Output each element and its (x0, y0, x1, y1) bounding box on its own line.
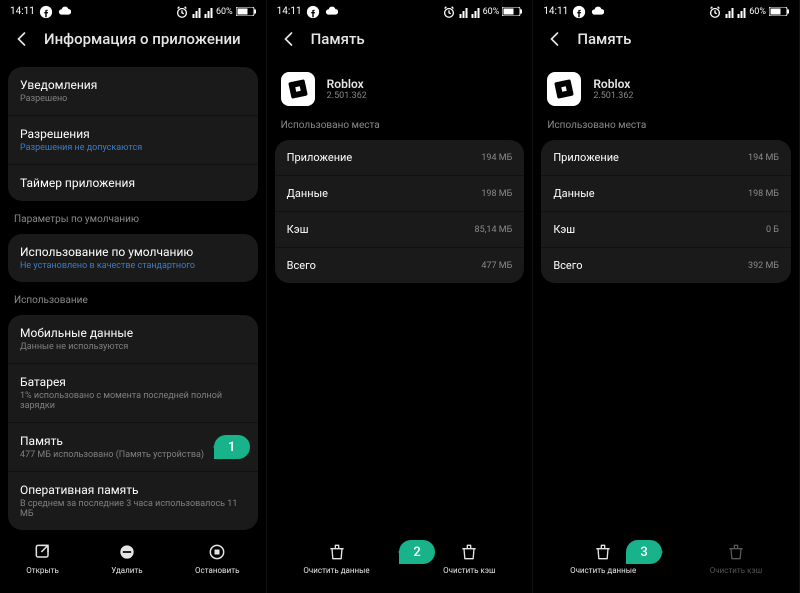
row-notifications[interactable]: Уведомления Разрешено (8, 67, 258, 115)
stop-icon (207, 542, 227, 562)
bottom-bar: Открыть Удалить Остановить (0, 532, 266, 593)
alarm-icon (442, 5, 456, 19)
status-bar: 14:11 60% (533, 0, 799, 20)
status-battery: 60% (749, 7, 766, 17)
row-app-timer[interactable]: Таймер приложения (8, 164, 258, 201)
row-app-size: Приложение 194 МБ (275, 140, 525, 175)
status-bar: 14:11 60% (267, 0, 533, 20)
app-header: Roblox 2.501.362 (267, 62, 533, 112)
row-permissions[interactable]: Разрешения Разрешения не допускаются (8, 115, 258, 164)
row-default-use[interactable]: Использование по умолчанию Не установлен… (8, 234, 258, 282)
page-header: Информация о приложении (0, 20, 266, 62)
row-storage[interactable]: Память 477 МБ использовано (Память устро… (8, 422, 258, 471)
signal-icon (204, 6, 213, 18)
facebook-icon (572, 5, 586, 19)
row-total-size: Всего 392 МБ (541, 247, 791, 283)
battery-icon (502, 7, 522, 16)
row-battery[interactable]: Батарея 1% использовано с момента послед… (8, 363, 258, 422)
status-battery: 60% (216, 7, 233, 17)
page-header: Память (533, 20, 799, 62)
back-button[interactable] (14, 30, 32, 48)
row-mobile-data[interactable]: Мобильные данные Данные не используются (8, 315, 258, 363)
page-header: Память (267, 20, 533, 62)
trash-icon (593, 542, 613, 562)
row-cache-size: Кэш 85,14 МБ (275, 211, 525, 247)
section-space-used: Использовано места (267, 112, 533, 135)
clear-cache-button: Очистить кэш (710, 542, 762, 575)
section-usage: Использование (0, 287, 266, 310)
page-title: Память (311, 30, 365, 48)
alarm-icon (175, 5, 189, 19)
trash-icon (459, 542, 479, 562)
signal-icon (459, 6, 468, 18)
app-name: Roblox (593, 77, 633, 91)
app-version: 2.501.362 (593, 91, 633, 101)
signal-icon (737, 6, 746, 18)
trash-icon (327, 542, 347, 562)
row-app-size: Приложение 194 МБ (541, 140, 791, 175)
section-defaults: Параметры по умолчанию (0, 206, 266, 229)
clear-data-button[interactable]: Очистить данные 3 (570, 542, 636, 575)
app-version: 2.501.362 (327, 91, 367, 101)
screen-storage-after: 14:11 60% Память Roblox 2.501.362 Исполь… (533, 0, 800, 593)
page-title: Информация о приложении (44, 30, 241, 48)
app-name: Roblox (327, 77, 367, 91)
uninstall-button[interactable]: Удалить (111, 542, 142, 575)
battery-icon (769, 7, 789, 16)
open-button[interactable]: Открыть (26, 542, 59, 575)
row-data-size: Данные 198 МБ (541, 175, 791, 211)
signal-icon (725, 6, 734, 18)
screen-storage-before: 14:11 60% Память Roblox 2.501.362 Исполь… (267, 0, 534, 593)
back-button[interactable] (547, 30, 565, 48)
cloud-icon (57, 5, 71, 19)
battery-icon (236, 7, 256, 16)
section-space-used: Использовано места (533, 112, 799, 135)
app-icon (281, 72, 315, 106)
app-header: Roblox 2.501.362 (533, 62, 799, 112)
page-title: Память (577, 30, 631, 48)
content: Использовано места Приложение 194 МБ Дан… (533, 112, 799, 532)
facebook-icon (306, 5, 320, 19)
content: Уведомления Разрешено Разрешения Разреше… (0, 62, 266, 532)
callout-marker: 3 (626, 540, 662, 564)
row-cache-size: Кэш 0 Б (541, 211, 791, 247)
status-battery: 60% (483, 7, 500, 17)
status-time: 14:11 (277, 6, 302, 17)
status-time: 14:11 (543, 6, 568, 17)
facebook-icon (39, 5, 53, 19)
clear-cache-button[interactable]: 2 Очистить кэш (443, 542, 495, 575)
clear-data-button[interactable]: Очистить данные (303, 542, 369, 575)
back-button[interactable] (281, 30, 299, 48)
cloud-icon (324, 5, 338, 19)
signal-icon (471, 6, 480, 18)
trash-icon (726, 542, 746, 562)
row-total-size: Всего 477 МБ (275, 247, 525, 283)
app-icon (547, 72, 581, 106)
bottom-bar: Очистить данные 2 Очистить кэш (267, 532, 533, 593)
status-bar: 14:11 60% (0, 0, 266, 20)
content: Использовано места Приложение 194 МБ Дан… (267, 112, 533, 532)
row-data-size: Данные 198 МБ (275, 175, 525, 211)
cloud-icon (590, 5, 604, 19)
screen-app-info: 14:11 60% Информация о приложении Уведом… (0, 0, 267, 593)
open-icon (33, 542, 53, 562)
force-stop-button[interactable]: Остановить (195, 542, 239, 575)
bottom-bar: Очистить данные 3 Очистить кэш (533, 532, 799, 593)
row-ram[interactable]: Оперативная память В среднем за последни… (8, 471, 258, 530)
minus-circle-icon (117, 542, 137, 562)
status-time: 14:11 (10, 6, 35, 17)
callout-marker: 2 (399, 540, 435, 564)
alarm-icon (708, 5, 722, 19)
signal-icon (192, 6, 201, 18)
